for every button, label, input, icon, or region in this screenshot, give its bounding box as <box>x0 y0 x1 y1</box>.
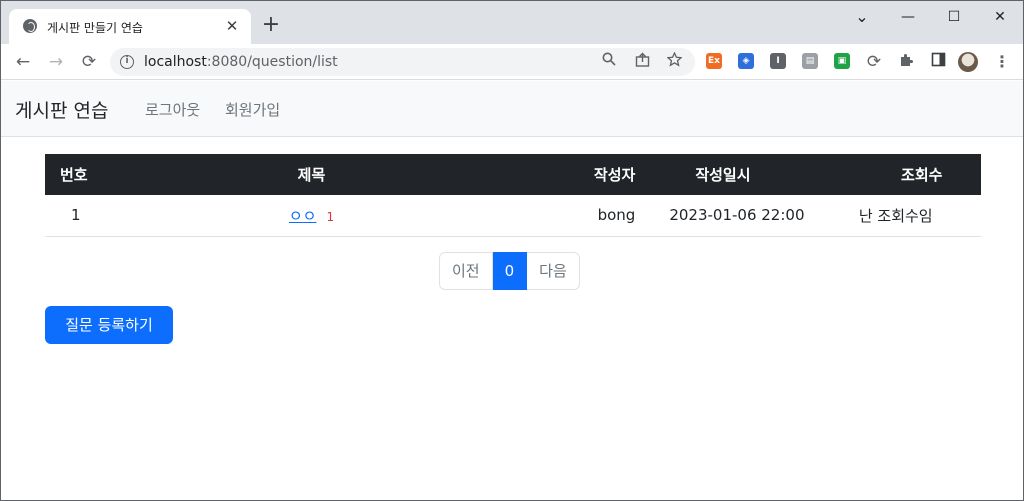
header-author: 작성자 <box>593 166 636 184</box>
table-row: 1 ㅇㅇ 1 bong 2023-01-06 22:00 난 조회수임 <box>45 195 981 237</box>
ext-window-icon[interactable]: ▤ <box>802 53 818 69</box>
reload-button[interactable]: ⟳ <box>76 49 102 75</box>
row-number: 1 <box>45 195 139 237</box>
signup-link[interactable]: 회원가입 <box>225 99 280 120</box>
forward-button[interactable]: → <box>43 49 69 75</box>
tab-search-chevron-icon[interactable]: ⌄ <box>839 5 885 29</box>
logout-link[interactable]: 로그아웃 <box>145 99 200 120</box>
row-subject-cell: ㅇㅇ 1 <box>138 195 485 237</box>
create-question-button[interactable]: 질문 등록하기 <box>45 306 173 344</box>
url-text[interactable]: localhost:8080/question/list <box>144 54 338 70</box>
ext-gray-icon[interactable]: I <box>770 53 786 69</box>
navbar-brand[interactable]: 게시판 연습 <box>15 96 108 123</box>
pagination: 이전 0 다음 <box>439 252 580 290</box>
browser-tab[interactable]: 게시판 만들기 연습 ✕ <box>9 9 251 44</box>
page-content: 게시판 연습 로그아웃 회원가입 번호 제목 작성자 작성일시 조회수 1 ㅇㅇ… <box>1 81 1023 500</box>
row-views: 난 조회수임 <box>804 195 981 237</box>
maximize-button[interactable]: ☐ <box>931 5 977 29</box>
ext-blue-icon[interactable]: ◈ <box>738 53 754 69</box>
header-views: 조회수 <box>901 166 943 184</box>
row-author: bong <box>484 195 636 237</box>
new-tab-button[interactable]: + <box>259 13 283 37</box>
question-table: 번호 제목 작성자 작성일시 조회수 1 ㅇㅇ 1 bong 2023-01-06… <box>45 154 981 237</box>
side-panel-icon[interactable] <box>928 52 948 72</box>
answer-count: 1 <box>326 209 335 224</box>
tab-close-icon[interactable]: ✕ <box>223 17 241 35</box>
back-button[interactable]: ← <box>10 49 36 75</box>
globe-icon <box>23 19 37 33</box>
extensions-puzzle-icon[interactable] <box>896 52 916 72</box>
site-navbar: 게시판 연습 로그아웃 회원가입 <box>1 81 1023 137</box>
menu-kebab-icon[interactable]: ⋮ <box>992 52 1012 72</box>
ext-orange-icon[interactable]: Ex <box>706 53 722 69</box>
minimize-button[interactable]: — <box>885 5 931 29</box>
star-icon[interactable] <box>664 51 684 72</box>
row-created: 2023-01-06 22:00 <box>635 195 805 237</box>
next-page-button[interactable]: 다음 <box>527 252 580 290</box>
table-header-row: 번호 제목 작성자 작성일시 조회수 <box>45 154 981 195</box>
header-number: 번호 <box>60 166 88 184</box>
header-created: 작성일시 <box>695 166 751 184</box>
close-window-button[interactable]: ✕ <box>977 5 1023 29</box>
current-page-button[interactable]: 0 <box>492 252 528 290</box>
site-info-icon[interactable]: i <box>120 55 134 69</box>
profile-avatar[interactable] <box>958 52 978 72</box>
ext-green-icon[interactable]: ▣ <box>834 53 850 69</box>
prev-page-button[interactable]: 이전 <box>439 252 493 290</box>
browser-window: 게시판 만들기 연습 ✕ + ⌄ — ☐ ✕ ← → ⟳ i localhost… <box>0 0 1024 501</box>
browser-toolbar: ← → ⟳ i localhost:8080/question/list Ex … <box>1 44 1023 80</box>
header-subject: 제목 <box>297 166 326 184</box>
search-icon[interactable] <box>599 52 619 72</box>
tab-strip: 게시판 만들기 연습 ✕ + ⌄ — ☐ ✕ <box>1 1 1023 44</box>
share-icon[interactable] <box>632 52 652 72</box>
address-bar[interactable]: i localhost:8080/question/list <box>110 48 695 76</box>
refresh-ext-icon[interactable]: ⟳ <box>864 52 884 72</box>
tab-title: 게시판 만들기 연습 <box>47 21 143 35</box>
subject-link[interactable]: ㅇㅇ <box>289 207 317 225</box>
